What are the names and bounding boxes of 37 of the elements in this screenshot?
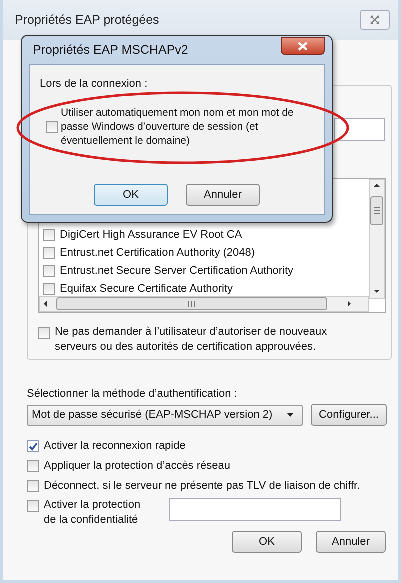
checkbox[interactable] — [43, 265, 55, 277]
checkbox[interactable] — [27, 480, 39, 492]
checkbox-label: DigiCert High Assurance EV Root CA — [60, 228, 242, 243]
checkbox-label: Equifax Secure Certificate Authority — [60, 282, 234, 296]
checkbox-label: Déconnect. si le serveur ne présente pas TLV de liaison de chiffr. — [44, 479, 360, 494]
section-label: Lors de la connexion : — [40, 77, 148, 91]
method-dropdown[interactable]: Mot de passe sécurisé (EAP-MSCHAP version 2) — [27, 404, 303, 426]
close-icon — [298, 42, 308, 50]
checkbox[interactable] — [43, 247, 55, 259]
close-icon — [370, 15, 380, 25]
checkbox[interactable] — [43, 229, 55, 241]
checkbox-label: Utiliser automatiquement mon nom et mon mot de passe Windows d’ouverture de session (et éventuellement le domaine) — [61, 106, 295, 148]
checkbox-label: Activer la reconnexion rapide — [44, 439, 186, 454]
checkbox-label: Entrust.net Secure Server Certification Authority — [60, 264, 294, 279]
dropdown-value: Mot de passe sécurisé (EAP-MSCHAP version 2) — [32, 409, 273, 421]
checkbox[interactable] — [38, 327, 50, 339]
checkbox-label: Ne pas demander à l’utilisateur d’autoriser de nouveaux serveurs ou des autorités de certification approuvées. — [55, 325, 328, 355]
cancel-button[interactable]: Annuler — [186, 184, 260, 206]
checkbox-label: Appliquer la protection d’accès réseau — [44, 459, 231, 474]
dialog-title: Propriétés EAP MSCHAPv2 — [33, 43, 188, 57]
checkbox[interactable] — [27, 440, 39, 452]
checkbox[interactable] — [46, 121, 58, 133]
section-label: Sélectionner la méthode d’authentification : — [27, 387, 238, 401]
text-field[interactable] — [169, 498, 341, 521]
checkbox[interactable] — [27, 500, 39, 512]
checkbox[interactable] — [43, 283, 55, 295]
ok-button[interactable]: OK — [232, 531, 302, 553]
checkbox[interactable] — [27, 460, 39, 472]
close-button[interactable] — [281, 37, 325, 55]
window-title: Propriétés EAP protégées — [15, 13, 160, 27]
checkbox-label: Activer la protection de la confidentialité — [44, 498, 142, 528]
text-field[interactable] — [334, 118, 385, 141]
checkbox-label: Entrust.net Certification Authority (2048) — [60, 246, 256, 261]
ok-button[interactable]: OK — [94, 184, 168, 206]
cancel-button[interactable]: Annuler — [316, 531, 386, 553]
configure-button[interactable]: Configurer... — [311, 404, 387, 426]
dropdown-arrow-icon — [287, 413, 294, 417]
